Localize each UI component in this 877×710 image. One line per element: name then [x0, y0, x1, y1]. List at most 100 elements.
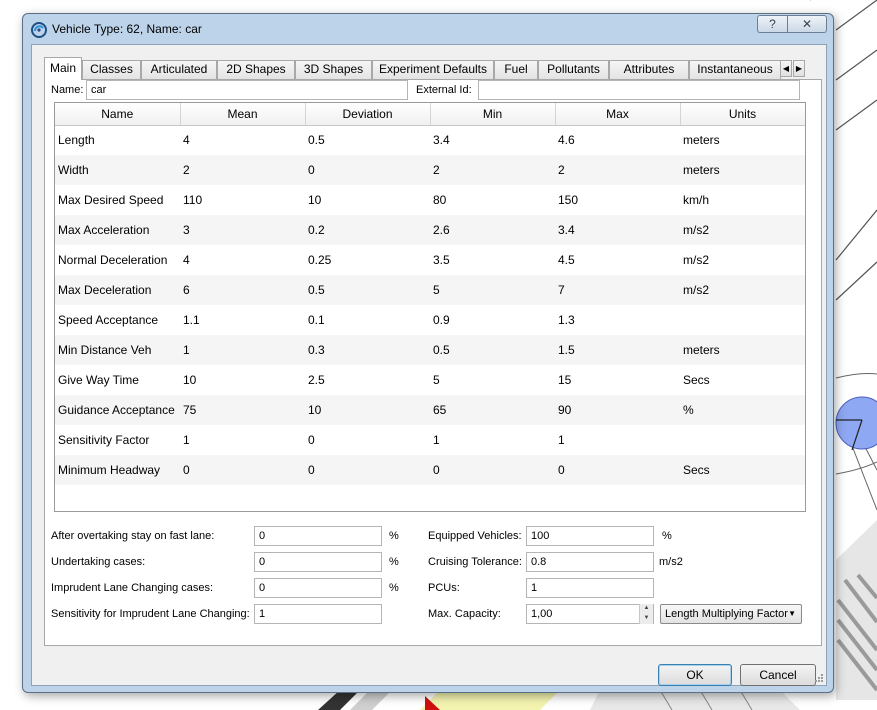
tab-fuel[interactable]: Fuel	[494, 60, 538, 79]
table-row[interactable]: Normal Deceleration 4 0.25 3.5 4.5 m/s2	[55, 245, 805, 275]
cancel-button[interactable]: Cancel	[740, 664, 816, 686]
cell-deviation[interactable]: 0.25	[305, 245, 430, 275]
cell-mean[interactable]: 75	[180, 395, 305, 425]
tab-main[interactable]: Main	[44, 57, 82, 80]
cell-mean[interactable]: 3	[180, 215, 305, 245]
cell-min[interactable]: 65	[430, 395, 555, 425]
undertaking-input[interactable]: 0	[254, 552, 382, 572]
external-id-input[interactable]	[478, 80, 800, 100]
cruising-tolerance-input[interactable]: 0.8	[526, 552, 654, 572]
cell-name: Max Deceleration	[55, 275, 180, 305]
map-node-circle	[835, 396, 877, 450]
cell-min[interactable]: 2.6	[430, 215, 555, 245]
cell-mean[interactable]: 1	[180, 335, 305, 365]
column-header-max[interactable]: Max	[555, 103, 681, 126]
table-row[interactable]: Width 2 0 2 2 meters	[55, 155, 805, 185]
stepper-down-icon[interactable]: ▼	[640, 614, 653, 624]
equipped-vehicles-input[interactable]: 100	[526, 526, 654, 546]
tab-articulated[interactable]: Articulated	[141, 60, 217, 79]
cell-max[interactable]: 2	[555, 155, 680, 185]
name-input[interactable]: car	[86, 80, 408, 100]
table-row[interactable]: Speed Acceptance 1.1 0.1 0.9 1.3	[55, 305, 805, 335]
tab-experiment-defaults[interactable]: Experiment Defaults	[372, 60, 494, 79]
cell-min[interactable]: 3.4	[430, 125, 555, 155]
cell-deviation[interactable]: 0.5	[305, 125, 430, 155]
title-bar[interactable]: Vehicle Type: 62, Name: car ? ✕	[23, 14, 833, 44]
table-row[interactable]: Max Deceleration 6 0.5 5 7 m/s2	[55, 275, 805, 305]
table-row[interactable]: Max Acceleration 3 0.2 2.6 3.4 m/s2	[55, 215, 805, 245]
cell-mean[interactable]: 1	[180, 425, 305, 455]
tab-instantaneous[interactable]: Instantaneous	[689, 60, 781, 79]
cell-deviation[interactable]: 10	[305, 185, 430, 215]
cell-min[interactable]: 1	[430, 425, 555, 455]
cell-max[interactable]: 1.5	[555, 335, 680, 365]
cell-min[interactable]: 5	[430, 275, 555, 305]
cell-mean[interactable]: 1.1	[180, 305, 305, 335]
table-row[interactable]: Guidance Acceptance 75 10 65 90 %	[55, 395, 805, 425]
table-row[interactable]: Give Way Time 10 2.5 5 15 Secs	[55, 365, 805, 395]
cell-mean[interactable]: 110	[180, 185, 305, 215]
cell-mean[interactable]: 0	[180, 455, 305, 485]
help-button[interactable]: ?	[757, 15, 787, 33]
cell-deviation[interactable]: 0	[305, 155, 430, 185]
table-row[interactable]: Length 4 0.5 3.4 4.6 meters	[55, 125, 805, 155]
cell-max[interactable]: 0	[555, 455, 680, 485]
column-header-units[interactable]: Units	[680, 103, 805, 126]
tab-classes[interactable]: Classes	[82, 60, 141, 79]
cell-max[interactable]: 1	[555, 425, 680, 455]
cell-deviation[interactable]: 0	[305, 425, 430, 455]
pcus-input[interactable]: 1	[526, 578, 654, 598]
column-header-min[interactable]: Min	[430, 103, 556, 126]
cell-deviation[interactable]: 0.5	[305, 275, 430, 305]
cell-max[interactable]: 90	[555, 395, 680, 425]
cell-mean[interactable]: 4	[180, 125, 305, 155]
cell-deviation[interactable]: 0.1	[305, 305, 430, 335]
tab-2d-shapes[interactable]: 2D Shapes	[217, 60, 295, 79]
table-row[interactable]: Sensitivity Factor 1 0 1 1	[55, 425, 805, 455]
ok-button[interactable]: OK	[658, 664, 732, 686]
tab-3d-shapes[interactable]: 3D Shapes	[295, 60, 372, 79]
cell-deviation[interactable]: 10	[305, 395, 430, 425]
column-header-deviation[interactable]: Deviation	[305, 103, 431, 126]
overtaking-input[interactable]: 0	[254, 526, 382, 546]
close-button[interactable]: ✕	[787, 15, 827, 33]
max-capacity-stepper[interactable]: ▲ ▼	[639, 604, 653, 624]
cell-mean[interactable]: 4	[180, 245, 305, 275]
cell-min[interactable]: 2	[430, 155, 555, 185]
cell-min[interactable]: 0.5	[430, 335, 555, 365]
cell-max[interactable]: 1.3	[555, 305, 680, 335]
cell-mean[interactable]: 2	[180, 155, 305, 185]
cell-min[interactable]: 5	[430, 365, 555, 395]
cell-min[interactable]: 3.5	[430, 245, 555, 275]
cell-max[interactable]: 3.4	[555, 215, 680, 245]
cell-deviation[interactable]: 0	[305, 455, 430, 485]
capacity-mode-dropdown[interactable]: Length Multiplying Factor ▼	[660, 604, 802, 624]
table-row[interactable]: Max Desired Speed 110 10 80 150 km/h	[55, 185, 805, 215]
tab-attributes[interactable]: Attributes	[609, 60, 689, 79]
cell-mean[interactable]: 6	[180, 275, 305, 305]
column-header-mean[interactable]: Mean	[180, 103, 306, 126]
column-header-name[interactable]: Name	[55, 103, 181, 126]
stepper-up-icon[interactable]: ▲	[640, 604, 653, 614]
cell-min[interactable]: 0	[430, 455, 555, 485]
sensitivity-input[interactable]: 1	[254, 604, 382, 624]
cell-max[interactable]: 15	[555, 365, 680, 395]
cell-max[interactable]: 150	[555, 185, 680, 215]
imprudent-input[interactable]: 0	[254, 578, 382, 598]
cell-deviation[interactable]: 2.5	[305, 365, 430, 395]
cell-min[interactable]: 80	[430, 185, 555, 215]
tab-scroll-right-icon[interactable]: ▶	[793, 60, 805, 77]
cell-min[interactable]: 0.9	[430, 305, 555, 335]
cell-deviation[interactable]: 0.2	[305, 215, 430, 245]
tab-pollutants[interactable]: Pollutants	[538, 60, 609, 79]
table-row[interactable]: Min Distance Veh 1 0.3 0.5 1.5 meters	[55, 335, 805, 365]
resize-grip-icon[interactable]	[814, 673, 824, 683]
cell-max[interactable]: 4.6	[555, 125, 680, 155]
table-row[interactable]: Minimum Headway 0 0 0 0 Secs	[55, 455, 805, 485]
cell-max[interactable]: 4.5	[555, 245, 680, 275]
tab-scroll-left-icon[interactable]: ◀	[780, 60, 792, 77]
cell-deviation[interactable]: 0.3	[305, 335, 430, 365]
cell-max[interactable]: 7	[555, 275, 680, 305]
max-capacity-input[interactable]: 1,00	[526, 604, 654, 624]
cell-mean[interactable]: 10	[180, 365, 305, 395]
